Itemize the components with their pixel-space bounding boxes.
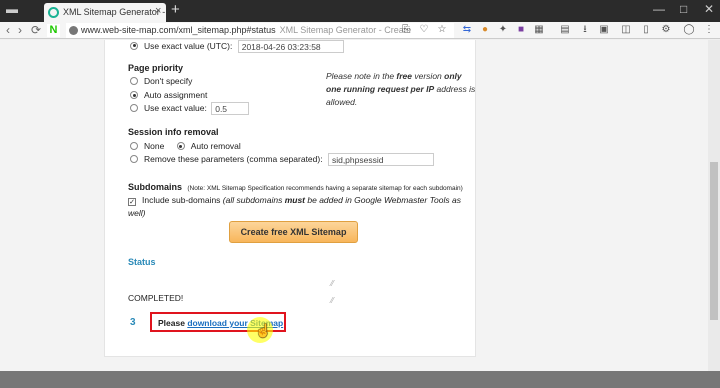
step-number: 3 [130, 317, 136, 328]
url-text: www.web-site-map.com/xml_sitemap.php#sta… [81, 25, 411, 35]
new-tab-button[interactable]: + [171, 1, 180, 18]
uk-flag-icon[interactable]: ▣ [598, 24, 610, 36]
priority-auto-radio[interactable] [130, 91, 138, 99]
subdomains-heading-note: (Note: XML Sitemap Specification recomme… [187, 185, 463, 192]
page-scrollbar[interactable] [708, 40, 720, 371]
note-free: free [396, 71, 413, 81]
forward-button[interactable]: › [18, 23, 22, 37]
priority-auto-row[interactable]: Auto assignment [130, 90, 207, 100]
browser-menu-icon[interactable]: ▬ [6, 2, 18, 16]
site-favicon-icon [48, 7, 59, 18]
browser-toolbar: ‹ › ⟳ N www.web-site-map.com/xml_sitemap… [0, 22, 720, 39]
subdomains-heading: Subdomains [128, 182, 183, 192]
window-minimize-button[interactable]: — [653, 2, 665, 16]
puzzle-extension-icon[interactable]: ✦ [497, 24, 509, 36]
address-bar[interactable]: www.web-site-map.com/xml_sitemap.php#sta… [66, 23, 454, 38]
priority-exact-input[interactable]: 0.5 [211, 102, 250, 115]
document-extension-icon[interactable]: ▤ [559, 24, 571, 36]
page-footer [0, 371, 720, 388]
session-none-label: None [144, 141, 165, 151]
bookmark-icon[interactable]: ♡ [418, 24, 430, 36]
priority-exact-radio[interactable] [130, 103, 138, 112]
onenote-extension-icon[interactable]: ■ [515, 24, 527, 36]
priority-dont-specify-row[interactable]: Don't specify [130, 76, 192, 86]
include-note-must: must [284, 195, 306, 205]
cookie-extension-icon[interactable]: ● [479, 24, 491, 36]
grid-extension-icon[interactable]: ▦ [533, 24, 545, 36]
scrollbar-thumb[interactable] [710, 162, 718, 320]
status-completed-text: COMPLETED! [128, 293, 184, 303]
free-version-note: Please note in the free version only one… [326, 70, 476, 109]
tab-close-icon[interactable]: × [155, 5, 161, 17]
create-sitemap-button[interactable]: Create free XML Sitemap [229, 221, 358, 243]
lastmod-exact-input[interactable]: 2018-04-26 03:23:58 [237, 40, 344, 53]
subdomains-heading-row: Subdomains (Note: XML Sitemap Specificat… [128, 182, 463, 192]
include-subdomains-checkbox[interactable]: ✓ [128, 198, 136, 206]
include-note-a: (all subdomains [220, 195, 285, 205]
session-auto-label: Auto removal [190, 141, 241, 151]
window-maximize-button[interactable]: □ [680, 2, 687, 16]
priority-exact-row[interactable]: Use exact value: 0.5 [130, 102, 250, 115]
include-note-b: be added in Google Webmaster Tools as [305, 195, 461, 205]
status-heading: Status [128, 257, 156, 267]
title-bar: XML Sitemap Generator - × + ▬ — □ ✕ [0, 0, 720, 22]
session-none-radio[interactable] [130, 142, 138, 150]
session-remove-row[interactable]: Remove these parameters (comma separated… [130, 153, 434, 166]
session-remove-radio[interactable] [130, 154, 138, 163]
include-note-c: well) [128, 208, 146, 218]
resize-handle-icon-2[interactable]: ⁄⁄ [331, 296, 334, 305]
download-icon[interactable]: ⭳ [579, 24, 591, 36]
back-button[interactable]: ‹ [6, 23, 10, 37]
sidebar-icon[interactable]: ▯ [640, 24, 652, 36]
browser-tab[interactable]: XML Sitemap Generator - × [44, 3, 166, 22]
priority-dont-specify-radio[interactable] [130, 77, 138, 85]
priority-exact-label: Use exact value: [144, 102, 207, 113]
lastmod-exact-radio[interactable] [130, 41, 138, 50]
gear-icon[interactable]: ⚙ [660, 24, 672, 36]
session-auto-radio[interactable] [176, 142, 185, 150]
naver-logo-icon[interactable]: N [47, 24, 60, 37]
lastmod-exact-row: Use exact value (UTC): 2018-04-26 03:23:… [130, 40, 344, 53]
session-remove-input[interactable]: sid,phpsessid [327, 153, 434, 166]
star-icon[interactable]: ☆ [436, 24, 448, 36]
profile-avatar[interactable]: ◯ [683, 24, 695, 36]
resize-handle-icon[interactable]: ⁄⁄ [331, 279, 334, 288]
more-menu-icon[interactable]: ⋮ [703, 24, 715, 36]
hand-cursor-icon: ☝ [255, 323, 272, 338]
note-text-2: version [412, 71, 445, 81]
step-prefix: Please [158, 318, 188, 328]
session-remove-label: Remove these parameters (comma separated… [144, 153, 323, 164]
include-subdomains-row[interactable]: ✓ Include sub-domains (all subdomains mus… [128, 195, 461, 206]
session-options-row: None Auto removal [130, 141, 241, 151]
include-subdomains-label: Include sub-domains [142, 195, 221, 205]
priority-dont-specify-label: Don't specify [144, 76, 193, 86]
url-value: www.web-site-map.com/xml_sitemap.php#sta… [81, 25, 276, 35]
lastmod-exact-label: Use exact value (UTC): [144, 40, 233, 51]
page-priority-heading: Page priority [128, 63, 184, 73]
window-close-button[interactable]: ✕ [704, 2, 714, 16]
reload-button[interactable]: ⟳ [31, 23, 41, 37]
note-text-1: Please note in the [326, 71, 397, 81]
copy-icon[interactable]: ⎘ [400, 24, 412, 36]
screenshot-icon[interactable]: ◫ [620, 24, 632, 36]
url-page-title: XML Sitemap Generator - Create [279, 25, 412, 35]
tab-title: XML Sitemap Generator - [63, 7, 166, 17]
priority-auto-label: Auto assignment [144, 90, 208, 100]
translate-extension-icon[interactable]: ⇆ [461, 24, 473, 36]
session-heading: Session info removal [128, 127, 219, 137]
site-info-icon[interactable] [69, 26, 78, 35]
